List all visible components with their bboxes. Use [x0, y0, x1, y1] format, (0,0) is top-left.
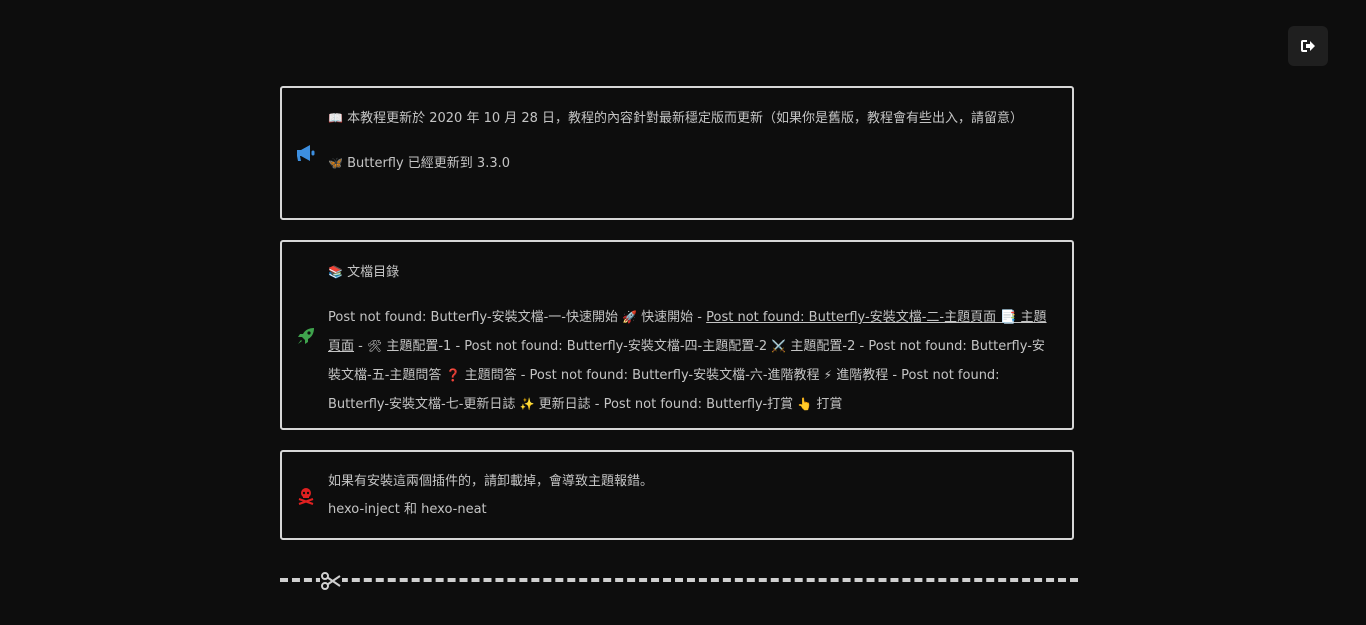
swords-icon: ⚔️ — [771, 339, 787, 353]
version-text: Butterfly 已經更新到 3.3.0 — [347, 156, 511, 171]
rocket-emoji-icon: 🚀 — [622, 310, 638, 324]
question-icon: ❓ — [445, 368, 461, 382]
toc-title: 📚 文檔目錄 — [328, 258, 1054, 287]
plugin-warning-note: 如果有安裝這兩個插件的，請卸載掉，會導致主題報錯。 hexo-inject 和 … — [280, 450, 1074, 540]
book-icon: 📖 — [328, 111, 343, 125]
butterfly-icon: 🦋 — [328, 156, 343, 170]
doc-toc-note: 📚 文檔目錄 Post not found: Butterfly-安裝文檔-一-… — [280, 240, 1074, 430]
update-notice: 📖 本教程更新於 2020 年 10 月 28 日，教程的內容針對最新穩定版而更… — [280, 86, 1074, 220]
sparkles-icon: ✨ — [519, 397, 535, 411]
toc-text-4: 主題配置-1 - Post not found: Butterfly-安裝文檔-… — [382, 339, 772, 354]
toc-text-3: - — [354, 339, 367, 354]
rocket-icon — [294, 324, 318, 348]
warning-line-1: 如果有安裝這兩個插件的，請卸載掉，會導致主題報錯。 — [328, 474, 654, 489]
dashed-divider — [280, 578, 1078, 582]
bullhorn-icon — [294, 141, 318, 165]
pointing-up-icon: 👆 — [797, 397, 813, 411]
toc-text-6: 主題問答 - Post not found: Butterfly-安裝文檔-六-… — [460, 368, 824, 383]
toc-text-8: 更新日誌 - Post not found: Butterfly-打賞 — [534, 397, 798, 412]
update-date-text: 本教程更新於 2020 年 10 月 28 日，教程的內容針對最新穩定版而更新（… — [347, 111, 1024, 126]
toc-text-2: 快速開始 - — [637, 310, 707, 325]
toc-text-1: Post not found: Butterfly-安裝文檔-一-快速開始 — [328, 310, 623, 325]
toc-body: Post not found: Butterfly-安裝文檔-一-快速開始 🚀 … — [328, 303, 1054, 419]
sign-out-icon — [1301, 37, 1315, 56]
toc-text-9: 打賞 — [812, 397, 843, 412]
toc-title-text: 文檔目錄 — [347, 265, 400, 280]
lightning-icon: ⚡ — [823, 368, 833, 382]
skull-crossbones-icon — [294, 484, 318, 508]
sign-out-button[interactable] — [1288, 26, 1328, 66]
update-notice-line-2: 🦋 Butterfly 已經更新到 3.3.0 — [328, 149, 1054, 178]
warning-line-2: hexo-inject 和 hexo-neat — [328, 502, 487, 517]
page: 📖 本教程更新於 2020 年 10 月 28 日，教程的內容針對最新穩定版而更… — [0, 0, 1366, 625]
tools-icon: 🛠 — [366, 339, 383, 353]
books-icon: 📚 — [328, 265, 343, 279]
update-notice-line-1: 📖 本教程更新於 2020 年 10 月 28 日，教程的內容針對最新穩定版而更… — [328, 104, 1054, 133]
scissors-icon — [320, 570, 342, 592]
